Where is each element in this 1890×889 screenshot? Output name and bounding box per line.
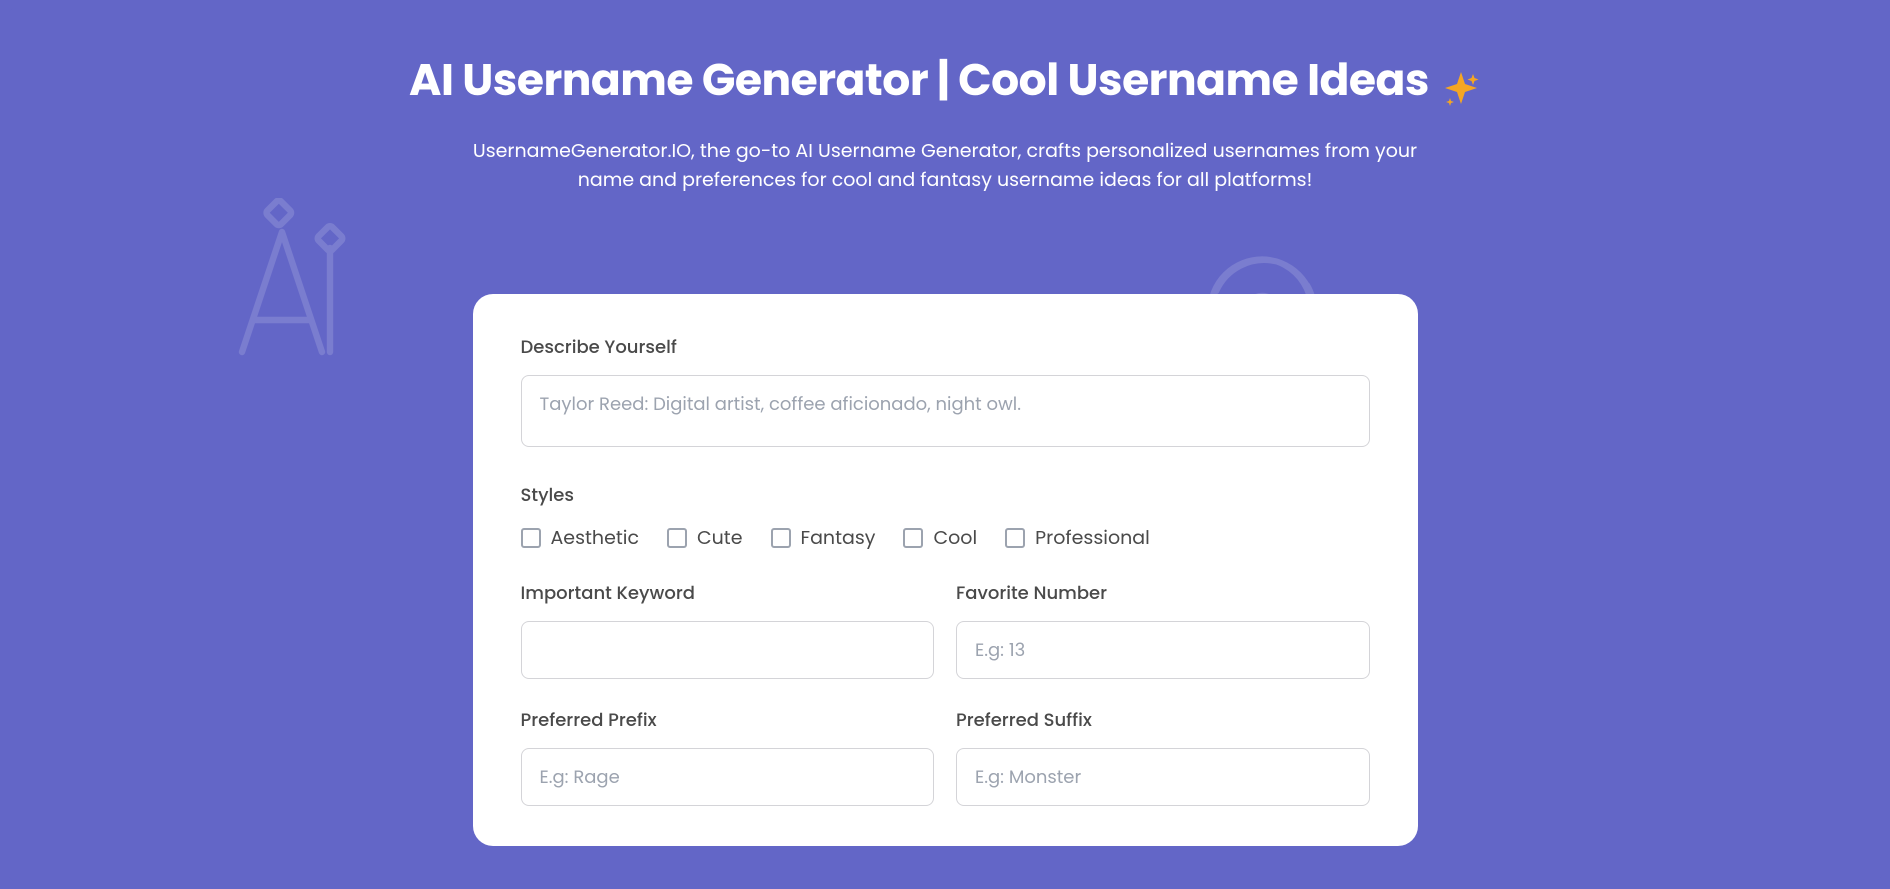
describe-input[interactable] xyxy=(521,375,1370,447)
ai-decorative-icon xyxy=(218,198,378,378)
describe-label: Describe Yourself xyxy=(521,334,1370,361)
prefix-input[interactable] xyxy=(521,748,935,806)
checkbox-label: Cute xyxy=(697,523,743,552)
suffix-input[interactable] xyxy=(956,748,1370,806)
styles-label: Styles xyxy=(521,482,1370,509)
checkbox-label: Professional xyxy=(1035,523,1150,552)
favnum-input[interactable] xyxy=(956,621,1370,679)
style-checkbox-cute[interactable]: Cute xyxy=(667,523,743,552)
styles-checkbox-row: Aesthetic Cute Fantasy Cool xyxy=(521,523,1370,552)
checkbox-label: Cool xyxy=(933,523,977,552)
checkbox-icon xyxy=(1005,528,1025,548)
checkbox-icon xyxy=(667,528,687,548)
checkbox-icon xyxy=(771,528,791,548)
checkbox-icon xyxy=(521,528,541,548)
prefix-label: Preferred Prefix xyxy=(521,707,935,734)
page-title-text: AI Username Generator | Cool Username Id… xyxy=(409,48,1429,113)
checkbox-icon xyxy=(903,528,923,548)
page-subtitle: UsernameGenerator.IO, the go-to AI Usern… xyxy=(465,137,1425,194)
style-checkbox-aesthetic[interactable]: Aesthetic xyxy=(521,523,639,552)
checkbox-label: Aesthetic xyxy=(551,523,639,552)
suffix-label: Preferred Suffix xyxy=(956,707,1370,734)
keyword-label: Important Keyword xyxy=(521,580,935,607)
keyword-input[interactable] xyxy=(521,621,935,679)
hero-section: AI Username Generator | Cool Username Id… xyxy=(8,8,1882,881)
favnum-label: Favorite Number xyxy=(956,580,1370,607)
style-checkbox-professional[interactable]: Professional xyxy=(1005,523,1150,552)
style-checkbox-fantasy[interactable]: Fantasy xyxy=(771,523,876,552)
generator-form-card: Describe Yourself Styles Aesthetic Cute xyxy=(473,294,1418,846)
style-checkbox-cool[interactable]: Cool xyxy=(903,523,977,552)
page-title: AI Username Generator | Cool Username Id… xyxy=(8,48,1882,113)
checkbox-label: Fantasy xyxy=(801,523,876,552)
sparkle-icon xyxy=(1441,61,1481,101)
